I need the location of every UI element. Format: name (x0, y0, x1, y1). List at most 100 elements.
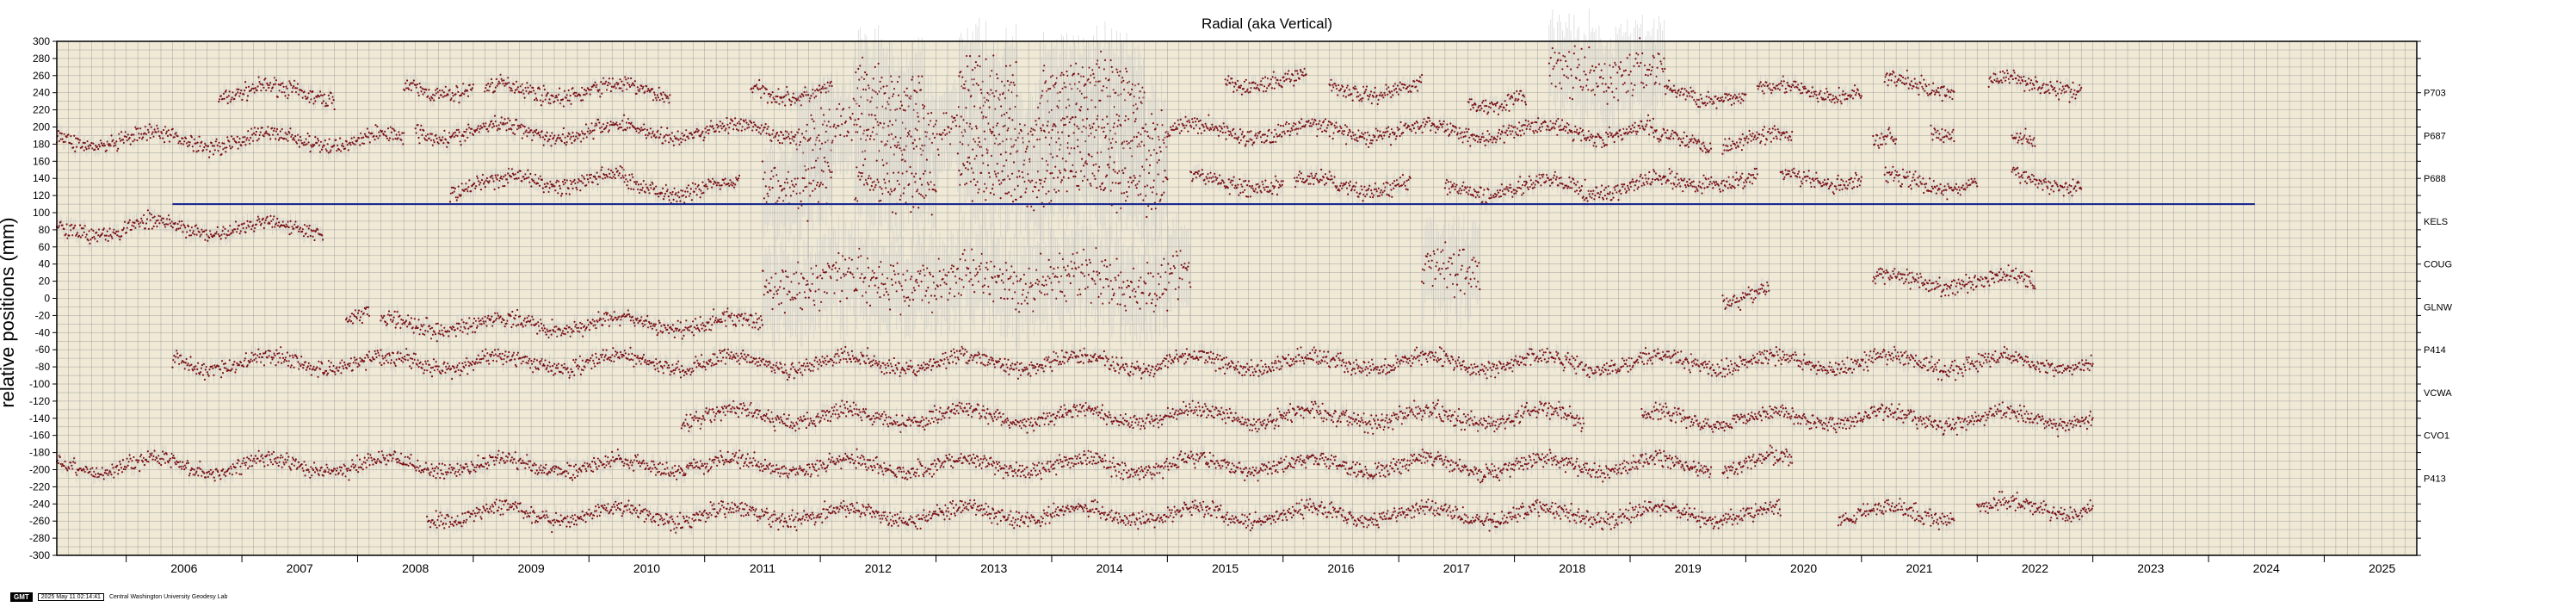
data-point-p687 (368, 131, 370, 133)
data-point-p687 (702, 139, 705, 142)
data-point-p703 (1294, 70, 1297, 72)
data-point-p703 (584, 90, 588, 92)
data-point-p703 (2029, 82, 2032, 84)
data-point-p687 (550, 145, 553, 147)
data-point-p687 (634, 127, 637, 130)
data-point-p687 (757, 126, 760, 128)
data-point-p703 (1362, 97, 1364, 100)
data-point-p687 (1155, 152, 1158, 155)
data-point-p703 (905, 87, 908, 90)
data-point-p703 (1823, 98, 1825, 101)
data-point-p687 (1038, 117, 1041, 120)
data-point-p687 (121, 139, 125, 141)
data-point-p687 (463, 130, 466, 133)
data-point-p687 (1207, 127, 1209, 130)
data-point-p703 (1937, 87, 1939, 90)
data-point-p687 (670, 132, 674, 134)
data-point-p703 (1286, 77, 1288, 80)
data-point-p687 (606, 121, 609, 124)
data-point-p687 (888, 120, 892, 122)
data-point-p703 (800, 96, 802, 98)
data-point-p687 (211, 145, 213, 147)
data-point-p687 (120, 139, 122, 142)
data-point-p703 (1893, 81, 1896, 84)
data-point-p703 (567, 89, 570, 92)
data-point-p687 (69, 142, 71, 145)
data-point-p687 (861, 112, 863, 115)
data-point-p703 (1355, 88, 1357, 90)
data-point-p687 (751, 121, 753, 124)
data-point-p687 (164, 132, 168, 134)
data-point-p687 (243, 140, 245, 143)
data-point-p703 (1732, 96, 1734, 98)
data-point-p703 (1346, 84, 1349, 87)
data-point-p703 (2071, 96, 2073, 98)
data-point-p703 (1920, 74, 1923, 77)
data-point-p687 (792, 135, 794, 138)
data-point-p703 (1700, 97, 1703, 100)
data-point-p703 (307, 92, 310, 95)
data-point-p687 (1243, 134, 1245, 138)
data-point-p703 (1692, 90, 1695, 92)
data-point-p687 (71, 142, 73, 146)
data-point-p703 (593, 84, 596, 87)
data-point-p703 (1675, 96, 1677, 98)
data-point-p703 (1859, 96, 1862, 99)
data-point-p687 (77, 138, 80, 140)
data-point-p687 (822, 114, 825, 116)
data-point-p687 (546, 131, 548, 133)
data-point-p703 (831, 84, 833, 88)
data-point-p703 (1883, 81, 1886, 84)
data-point-p703 (308, 101, 311, 103)
data-point-p703 (1624, 69, 1627, 71)
data-point-p687 (148, 123, 151, 126)
data-point-p687 (756, 128, 758, 132)
data-point-p687 (1142, 127, 1145, 129)
data-point-p687 (592, 138, 595, 140)
data-point-p703 (1480, 107, 1483, 109)
data-point-p687 (1169, 134, 1171, 137)
data-point-p703 (974, 61, 977, 64)
data-point-p687 (493, 125, 496, 127)
data-point-p703 (1782, 80, 1785, 83)
data-point-p687 (697, 129, 700, 132)
data-point-p687 (338, 148, 341, 151)
data-point-p687 (562, 127, 565, 130)
data-point-p703 (1122, 79, 1125, 82)
data-point-p703 (543, 88, 546, 91)
data-point-p703 (995, 90, 998, 92)
data-point-p703 (958, 75, 961, 77)
data-point-p687 (525, 129, 528, 132)
data-point-p703 (1890, 79, 1893, 82)
data-point-p687 (166, 134, 170, 137)
data-point-p703 (1789, 90, 1792, 92)
data-point-p703 (1284, 72, 1287, 75)
data-point-p687 (1269, 141, 1272, 144)
data-point-p703 (766, 102, 769, 104)
data-point-p687 (1204, 122, 1207, 125)
data-point-p703 (1729, 94, 1733, 97)
data-point-p703 (1762, 84, 1764, 86)
data-point-p703 (1620, 61, 1622, 64)
data-point-p703 (2031, 88, 2034, 90)
data-point-p703 (789, 103, 793, 106)
data-point-p687 (187, 145, 189, 148)
data-point-p703 (1924, 90, 1926, 92)
data-point-p703 (2028, 77, 2030, 80)
data-point-p703 (2023, 90, 2026, 92)
data-point-p687 (417, 124, 419, 127)
data-point-p687 (436, 137, 438, 139)
data-point-p687 (82, 141, 84, 144)
data-point-p703 (914, 90, 917, 92)
data-point-p703 (1410, 90, 1412, 93)
data-point-p703 (1622, 70, 1625, 72)
data-point-p687 (744, 128, 746, 131)
data-point-p687 (763, 126, 766, 128)
data-point-p703 (581, 86, 584, 89)
data-point-p703 (784, 104, 787, 107)
data-point-p687 (739, 118, 742, 121)
data-point-p703 (1727, 99, 1730, 102)
data-point-p687 (429, 133, 432, 135)
data-point-p687 (289, 127, 292, 130)
data-point-p687 (164, 141, 166, 144)
